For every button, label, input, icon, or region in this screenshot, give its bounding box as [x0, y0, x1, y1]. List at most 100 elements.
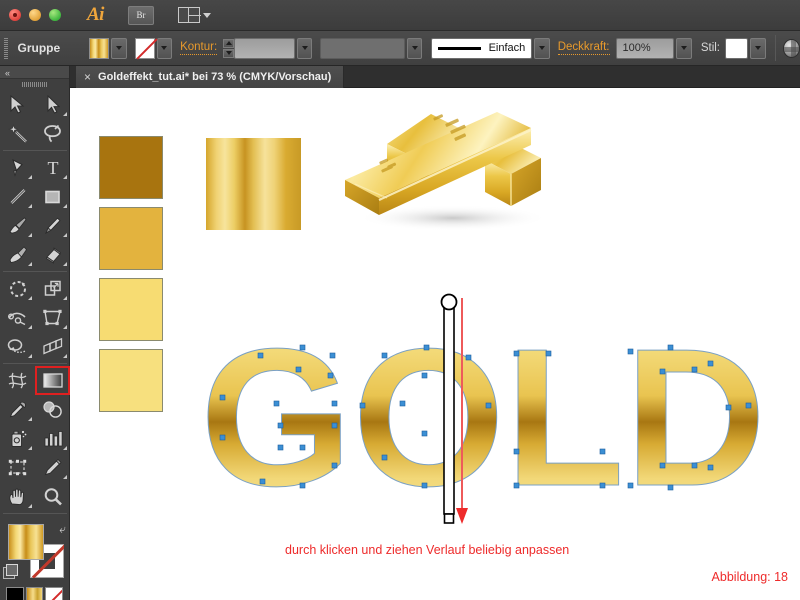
rectangle-tool[interactable]	[35, 182, 70, 211]
color-mode-none-button[interactable]	[45, 587, 64, 600]
illustrator-window: Ai Br Gruppe Kontur: Einfach Deckkraft: …	[0, 0, 800, 600]
control-bar: Gruppe Kontur: Einfach Deckkraft: 100% S…	[0, 31, 800, 66]
shape-builder-tool[interactable]	[0, 332, 35, 361]
gold-bars-photo[interactable]	[335, 100, 570, 235]
control-bar-separator	[774, 35, 776, 61]
close-window-button[interactable]	[9, 9, 21, 21]
arrange-documents-button[interactable]	[177, 7, 211, 23]
stroke-label[interactable]: Kontur:	[180, 41, 218, 55]
lasso-tool[interactable]	[35, 119, 70, 148]
slice-tool[interactable]	[35, 453, 70, 482]
brush-definition-value: Einfach	[488, 42, 526, 54]
stroke-weight-dropdown[interactable]	[296, 37, 313, 59]
opacity-label[interactable]: Deckkraft:	[557, 41, 610, 55]
mesh-tool[interactable]	[0, 366, 35, 395]
eraser-tool[interactable]	[35, 240, 70, 269]
width-tool[interactable]	[0, 303, 35, 332]
brush-definition-input[interactable]: Einfach	[431, 37, 533, 59]
gold-word-artwork[interactable]: GOLD	[200, 323, 800, 523]
document-tab[interactable]: × Goldeffekt_tut.ai* bei 73 % (CMYK/Vors…	[76, 66, 345, 88]
hand-tool[interactable]	[0, 482, 35, 511]
style-label: Stil:	[700, 42, 720, 54]
minimize-window-button[interactable]	[29, 9, 41, 21]
document-canvas[interactable]: GOLD durch klicken und ziehen Verlauf be…	[70, 88, 800, 600]
selection-context-label: Gruppe	[17, 41, 61, 55]
color-mode-black-button[interactable]	[6, 587, 24, 600]
illustrator-logo: Ai	[87, 4, 104, 25]
artboard-tool[interactable]	[0, 453, 35, 482]
tools-panel: « T ⤶	[0, 66, 70, 600]
collapse-panel-icon[interactable]: «	[5, 68, 10, 78]
instruction-caption: durch klicken und ziehen Verlauf beliebi…	[285, 543, 570, 557]
workspace-switcher-icon[interactable]	[782, 38, 800, 58]
stroke-weight-stepper[interactable]	[223, 38, 235, 59]
zoom-tool[interactable]	[35, 482, 70, 511]
scale-tool[interactable]	[35, 274, 70, 303]
column-graph-tool[interactable]	[35, 424, 70, 453]
swatch-column	[99, 136, 163, 420]
variable-width-profile-dropdown[interactable]	[406, 37, 423, 59]
tool-divider	[3, 513, 67, 514]
symbol-sprayer-tool[interactable]	[0, 424, 35, 453]
color-mode-gradient-button[interactable]	[25, 587, 44, 600]
swatch-light-gold[interactable]	[99, 278, 163, 341]
control-bar-grip[interactable]	[4, 37, 9, 59]
stroke-swatch-dropdown[interactable]	[156, 37, 173, 59]
fill-color-box[interactable]	[8, 524, 44, 560]
tool-grid: T	[0, 90, 70, 516]
tool-divider	[3, 150, 67, 151]
line-segment-tool[interactable]	[0, 182, 35, 211]
brush-stroke-preview	[438, 46, 481, 50]
swatch-medium-gold[interactable]	[99, 207, 163, 270]
free-transform-tool[interactable]	[35, 303, 70, 332]
swap-fill-stroke-icon[interactable]: ⤶	[59, 522, 66, 537]
blend-tool[interactable]	[35, 395, 70, 424]
rotate-tool[interactable]	[0, 274, 35, 303]
stroke-color-swatch[interactable]	[134, 37, 155, 59]
type-tool[interactable]: T	[35, 153, 70, 182]
brush-definition-dropdown[interactable]	[534, 37, 550, 59]
graphic-style-swatch[interactable]	[725, 37, 749, 59]
gradient-preview-square[interactable]	[206, 138, 301, 230]
svg-text:T: T	[47, 158, 58, 177]
tools-panel-header[interactable]: «	[0, 66, 69, 79]
tool-divider	[3, 363, 67, 364]
color-mode-buttons	[6, 587, 64, 600]
drag-arrow-icon	[456, 508, 468, 524]
graphic-style-dropdown[interactable]	[750, 37, 766, 59]
arrange-documents-icon	[177, 7, 201, 23]
swatch-pale-gold[interactable]	[99, 349, 163, 412]
opacity-input[interactable]: 100%	[615, 37, 675, 59]
stroke-weight-input[interactable]	[234, 37, 295, 59]
perspective-grid-tool[interactable]	[35, 332, 70, 361]
document-tab-bar: × Goldeffekt_tut.ai* bei 73 % (CMYK/Vors…	[70, 66, 800, 88]
zoom-window-button[interactable]	[49, 9, 61, 21]
blob-brush-tool[interactable]	[0, 240, 35, 269]
close-icon[interactable]: ×	[84, 70, 91, 84]
stroke-weight-decrease[interactable]	[223, 48, 235, 58]
document-tab-title: Goldeffekt_tut.ai* bei 73 % (CMYK/Vorsch…	[98, 71, 332, 83]
stroke-weight-increase[interactable]	[223, 38, 235, 48]
swatch-dark-gold[interactable]	[99, 136, 163, 199]
figure-number-label: Abbildung: 18	[711, 570, 788, 584]
tools-panel-grip[interactable]	[0, 79, 69, 90]
magic-wand-tool[interactable]	[0, 119, 35, 148]
gradient-origin-handle	[440, 293, 458, 311]
fill-swatch-dropdown[interactable]	[111, 37, 127, 59]
paintbrush-tool[interactable]	[0, 211, 35, 240]
tool-divider	[3, 271, 67, 272]
pen-tool[interactable]	[0, 153, 35, 182]
selection-tool[interactable]	[0, 90, 35, 119]
gold-word-text: GOLD	[200, 323, 766, 523]
opacity-dropdown[interactable]	[676, 37, 692, 59]
fill-color-swatch[interactable]	[89, 37, 110, 59]
direct-selection-tool[interactable]	[35, 90, 70, 119]
eyedropper-tool[interactable]	[0, 395, 35, 424]
gradient-annotator[interactable]	[432, 288, 472, 533]
chevron-down-icon	[202, 12, 211, 18]
gradient-tool[interactable]	[35, 366, 70, 395]
pencil-tool[interactable]	[35, 211, 70, 240]
default-fill-stroke-icon[interactable]	[3, 564, 18, 579]
variable-width-profile-input[interactable]	[320, 37, 405, 59]
bridge-button[interactable]: Br	[127, 5, 154, 25]
